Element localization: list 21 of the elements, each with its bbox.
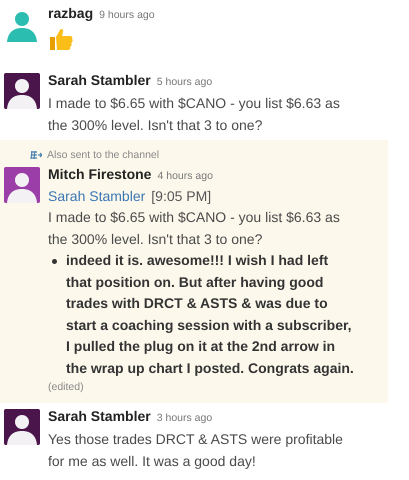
shared-note: Also sent to the channel (47, 148, 160, 162)
timestamp: 5 hours ago (156, 75, 212, 90)
timestamp: 9 hours ago (99, 8, 155, 23)
timestamp: 3 hours ago (156, 411, 212, 426)
edited-label: (edited) (48, 380, 85, 395)
author-name[interactable]: Sarah Stambler (48, 70, 151, 90)
author-name[interactable]: razbag (48, 3, 94, 23)
author-name[interactable]: Sarah Stambler (48, 406, 151, 426)
message-text: I made to $6.65 with $CANO - you list $6.63 as the 300% level. Isn't that 3 to one? (48, 94, 341, 135)
timestamp: 4 hours ago (157, 169, 213, 184)
avatar-icon[interactable] (4, 73, 40, 109)
bullet-dot (52, 259, 57, 264)
quoted-author-link[interactable]: Sarah Stambler (48, 186, 146, 206)
quote-timestamp: [9:05 PM] (151, 187, 212, 206)
author-name[interactable]: Mitch Firestone (48, 164, 152, 184)
avatar-icon[interactable] (4, 409, 40, 445)
bullet-text: indeed it is. awesome!!! I wish I had left that position on. But after having good trades with DRCT & ASTS & was due to start a coaching session with a subscriber, I pulled the plug on it at the 2nd arrow in the wrap up chart I posted. Congrats again. (66, 251, 355, 378)
message-text: I made to $6.65 with $CANO - you list $6.63 as the 300% level. Isn't that 3 to one? (48, 208, 341, 249)
channel-share-icon (30, 151, 42, 159)
message-text: Yes those trades DRCT & ASTS were profitable for me as well. It was a good day! (48, 430, 344, 471)
thumbs-up-icon (48, 27, 74, 51)
